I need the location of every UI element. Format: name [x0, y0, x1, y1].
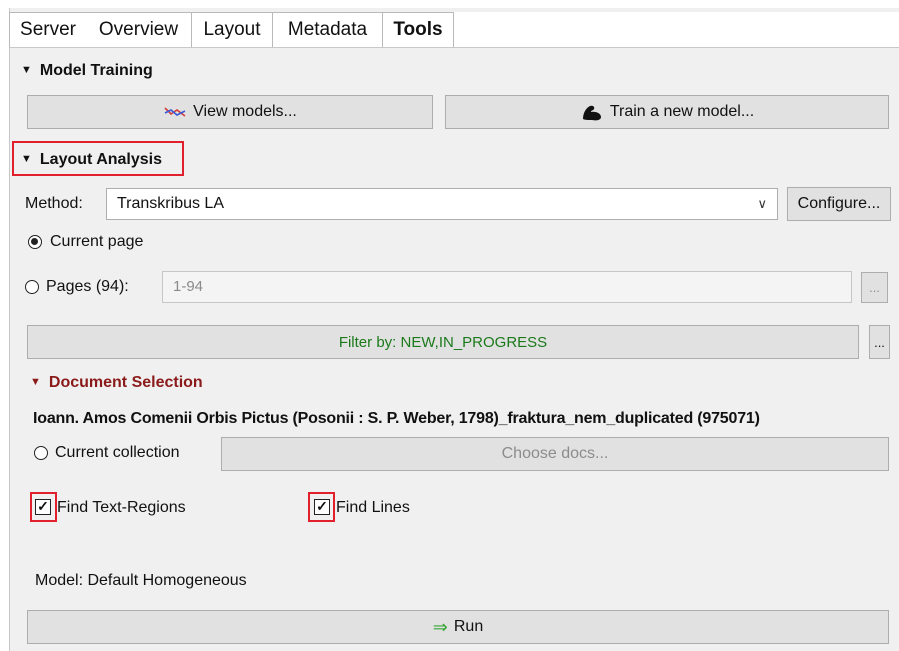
run-label: Run — [453, 618, 484, 635]
find-lines-label: Find Lines — [336, 499, 410, 516]
pages-label: Pages (94): — [46, 278, 129, 295]
model-label: Model: Default Homogeneous — [35, 572, 247, 589]
filter-button[interactable]: Filter by: NEW,IN_PROGRESS — [27, 325, 859, 359]
view-models-label: View models... — [193, 103, 297, 120]
configure-button[interactable]: Configure... — [787, 187, 891, 221]
current-page-label: Current page — [50, 233, 144, 250]
tab-tools[interactable]: Tools — [383, 12, 454, 47]
current-collection-radio[interactable] — [34, 446, 48, 460]
find-text-regions-checkbox[interactable]: ✓ — [35, 499, 51, 515]
expand-caret-icon: ▼ — [21, 64, 32, 76]
tab-server[interactable]: Server — [9, 12, 87, 47]
method-value: Transkribus LA — [117, 195, 224, 212]
filter-more-label: ... — [874, 334, 885, 350]
pages-input[interactable]: 1-94 — [162, 271, 852, 303]
tab-metadata[interactable]: Metadata — [273, 12, 383, 47]
document-selection-title: Document Selection — [48, 374, 203, 391]
train-model-label: Train a new model... — [609, 103, 755, 120]
method-select[interactable]: Transkribus LA ∨ — [106, 188, 778, 220]
pages-more-label: ... — [869, 280, 880, 295]
document-name: Ioann. Amos Comenii Orbis Pictus (Posoni… — [33, 410, 760, 427]
pages-radio[interactable] — [25, 280, 39, 294]
filter-more-button[interactable]: ... — [869, 325, 890, 359]
choose-docs-button[interactable]: Choose docs... — [221, 437, 889, 471]
view-models-button[interactable]: View models... — [27, 95, 433, 129]
current-collection-label: Current collection — [55, 444, 180, 461]
layout-analysis-header[interactable]: ▼ Layout Analysis — [21, 148, 162, 171]
layout-analysis-title: Layout Analysis — [39, 151, 162, 168]
configure-label: Configure... — [797, 195, 881, 212]
expand-caret-icon: ▼ — [30, 376, 41, 388]
find-lines-checkbox[interactable]: ✓ — [314, 499, 330, 515]
model-training-header[interactable]: ▼ Model Training — [21, 59, 153, 82]
graph-icon — [164, 107, 186, 117]
run-button[interactable]: ⇒ Run — [27, 610, 889, 644]
tab-layout[interactable]: Layout — [192, 12, 273, 47]
find-text-regions-label: Find Text-Regions — [57, 499, 186, 516]
choose-docs-label: Choose docs... — [501, 445, 609, 462]
run-arrow-icon: ⇒ — [432, 616, 448, 637]
expand-caret-icon: ▼ — [21, 153, 32, 165]
tab-bar: Server Overview Layout Metadata Tools — [9, 12, 899, 48]
tab-overview[interactable]: Overview — [86, 12, 192, 47]
filter-label: Filter by: NEW,IN_PROGRESS — [338, 333, 548, 351]
train-model-button[interactable]: Train a new model... — [445, 95, 889, 129]
document-selection-header[interactable]: ▼ Document Selection — [30, 371, 203, 394]
pages-more-button[interactable]: ... — [861, 272, 888, 303]
method-label: Method: — [25, 195, 83, 212]
flexed-arm-icon — [582, 105, 601, 121]
chevron-down-icon: ∨ — [757, 196, 767, 211]
model-training-title: Model Training — [39, 62, 153, 79]
current-page-radio[interactable] — [28, 235, 42, 249]
